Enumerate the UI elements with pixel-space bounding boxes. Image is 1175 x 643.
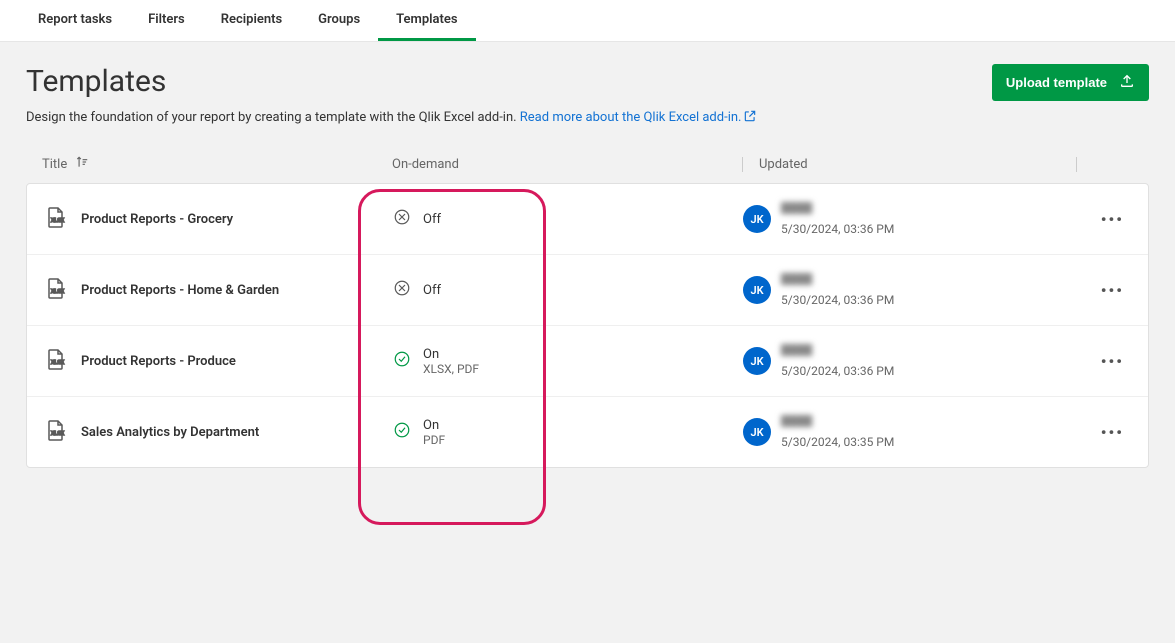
user-name-redacted: ████ bbox=[781, 415, 881, 427]
external-link-icon bbox=[743, 109, 757, 127]
template-title: Product Reports - Produce bbox=[81, 354, 236, 369]
upload-icon bbox=[1119, 73, 1135, 92]
svg-text:XLSX: XLSX bbox=[51, 360, 65, 366]
xlsx-file-icon: XLSX bbox=[43, 205, 67, 233]
cell-ondemand: OnXLSX, PDF bbox=[393, 347, 743, 376]
tab-report-tasks[interactable]: Report tasks bbox=[20, 0, 130, 41]
read-more-link[interactable]: Read more about the Qlik Excel add-in. bbox=[520, 110, 758, 125]
updated-timestamp: 5/30/2024, 03:36 PM bbox=[781, 364, 894, 378]
cell-ondemand: OnPDF bbox=[393, 418, 743, 447]
ondemand-status: On bbox=[423, 418, 445, 433]
tab-templates[interactable]: Templates bbox=[378, 0, 475, 41]
tab-groups[interactable]: Groups bbox=[300, 0, 378, 41]
updated-timestamp: 5/30/2024, 03:35 PM bbox=[781, 435, 894, 449]
templates-list: XLSX Product Reports - Grocery Off JK ████ 5/… bbox=[26, 183, 1149, 468]
table-row[interactable]: XLSX Product Reports - Produce OnXLSX, PDF… bbox=[27, 326, 1148, 397]
cell-updated: JK ████ 5/30/2024, 03:35 PM bbox=[743, 415, 1078, 449]
avatar: JK bbox=[743, 418, 771, 446]
xlsx-file-icon: XLSX bbox=[43, 347, 67, 375]
column-header-ondemand[interactable]: On-demand bbox=[392, 157, 742, 172]
svg-text:XLSX: XLSX bbox=[51, 289, 65, 295]
status-on-icon bbox=[393, 421, 411, 443]
more-actions-button[interactable]: ••• bbox=[1093, 348, 1132, 375]
cell-updated: JK ████ 5/30/2024, 03:36 PM bbox=[743, 273, 1078, 307]
ondemand-status: Off bbox=[423, 212, 441, 227]
column-header-title[interactable]: Title bbox=[42, 155, 392, 173]
upload-template-button[interactable]: Upload template bbox=[992, 64, 1149, 101]
ondemand-formats: PDF bbox=[423, 433, 445, 447]
avatar: JK bbox=[743, 276, 771, 304]
updated-timestamp: 5/30/2024, 03:36 PM bbox=[781, 222, 894, 236]
table-row[interactable]: XLSX Product Reports - Grocery Off JK ████ 5/… bbox=[27, 184, 1148, 255]
ondemand-status: Off bbox=[423, 283, 441, 298]
sort-icon bbox=[75, 155, 89, 173]
column-header-updated[interactable]: Updated bbox=[742, 157, 1077, 172]
cell-ondemand: Off bbox=[393, 208, 743, 230]
tab-filters[interactable]: Filters bbox=[130, 0, 203, 41]
tab-recipients[interactable]: Recipients bbox=[203, 0, 300, 41]
more-actions-button[interactable]: ••• bbox=[1093, 277, 1132, 304]
template-title: Product Reports - Grocery bbox=[81, 212, 233, 227]
cell-title: XLSX Product Reports - Home & Garden bbox=[43, 276, 393, 304]
cell-title: XLSX Sales Analytics by Department bbox=[43, 418, 393, 446]
avatar: JK bbox=[743, 205, 771, 233]
cell-title: XLSX Product Reports - Produce bbox=[43, 347, 393, 375]
cell-updated: JK ████ 5/30/2024, 03:36 PM bbox=[743, 344, 1078, 378]
table-header: Title On-demand Updated bbox=[26, 145, 1149, 183]
more-actions-button[interactable]: ••• bbox=[1093, 206, 1132, 233]
upload-button-label: Upload template bbox=[1006, 75, 1107, 90]
svg-text:XLSX: XLSX bbox=[51, 431, 65, 437]
more-actions-button[interactable]: ••• bbox=[1093, 419, 1132, 446]
svg-text:XLSX: XLSX bbox=[51, 218, 65, 224]
template-title: Sales Analytics by Department bbox=[81, 425, 259, 440]
xlsx-file-icon: XLSX bbox=[43, 276, 67, 304]
ondemand-status: On bbox=[423, 347, 479, 362]
updated-timestamp: 5/30/2024, 03:36 PM bbox=[781, 293, 894, 307]
table-row[interactable]: XLSX Product Reports - Home & Garden Off JK… bbox=[27, 255, 1148, 326]
template-title: Product Reports - Home & Garden bbox=[81, 283, 279, 298]
user-name-redacted: ████ bbox=[781, 344, 871, 356]
cell-title: XLSX Product Reports - Grocery bbox=[43, 205, 393, 233]
description-text: Design the foundation of your report by … bbox=[26, 110, 520, 125]
xlsx-file-icon: XLSX bbox=[43, 418, 67, 446]
ondemand-formats: XLSX, PDF bbox=[423, 362, 479, 376]
tab-bar: Report tasksFiltersRecipientsGroupsTempl… bbox=[0, 0, 1175, 42]
user-name-redacted: ████ bbox=[781, 273, 851, 285]
page-title: Templates bbox=[26, 64, 757, 99]
avatar: JK bbox=[743, 347, 771, 375]
cell-updated: JK ████ 5/30/2024, 03:36 PM bbox=[743, 202, 1078, 236]
page-content: Templates Design the foundation of your … bbox=[0, 42, 1175, 490]
page-description: Design the foundation of your report by … bbox=[26, 109, 757, 127]
status-off-icon bbox=[393, 279, 411, 301]
user-name-redacted: ████ bbox=[781, 202, 851, 214]
status-off-icon bbox=[393, 208, 411, 230]
cell-ondemand: Off bbox=[393, 279, 743, 301]
status-on-icon bbox=[393, 350, 411, 372]
table-row[interactable]: XLSXSales Analytics by DepartmentOnPDFJK… bbox=[27, 397, 1148, 467]
